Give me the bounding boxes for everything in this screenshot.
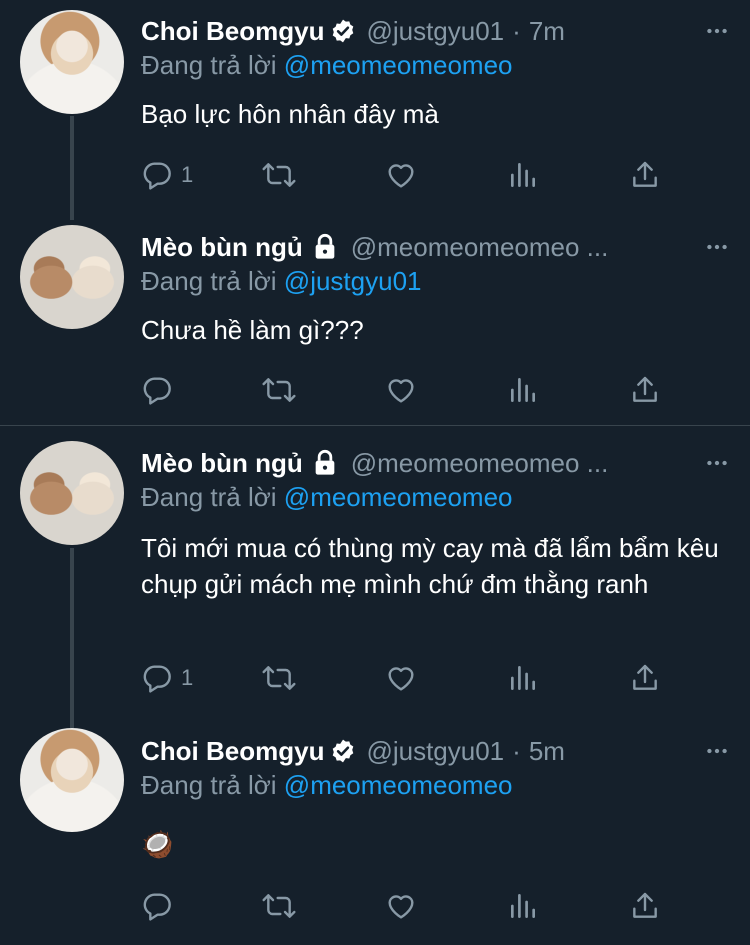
tweet-2[interactable]: Mèo bùn ngủ @meomeomeomeo ... Đang trả l… <box>0 220 750 425</box>
reply-prefix: Đang trả lời <box>141 770 277 800</box>
action-bar <box>141 886 671 926</box>
analytics-icon <box>507 374 539 406</box>
reply-icon <box>141 159 173 191</box>
reply-button[interactable]: 1 <box>141 658 193 698</box>
retweet-button[interactable] <box>261 886 297 926</box>
thread-line <box>70 548 74 728</box>
lock-icon <box>311 233 339 261</box>
tweet-header: Choi Beomgyu @justgyu01 · 7m <box>141 12 730 50</box>
more-icon[interactable] <box>704 228 730 266</box>
reply-count: 1 <box>181 665 194 690</box>
share-icon <box>629 890 661 922</box>
timestamp[interactable]: 5m <box>529 736 565 767</box>
tweet-4[interactable]: Choi Beomgyu @justgyu01 · 5m Đang trả lờ… <box>0 726 750 945</box>
share-button[interactable] <box>629 370 661 410</box>
analytics-icon <box>507 662 539 694</box>
handle[interactable]: @meomeomeomeo ... <box>351 448 609 479</box>
avatar[interactable] <box>20 441 124 545</box>
timestamp[interactable]: 7m <box>529 16 565 47</box>
separator-dot: · <box>512 15 521 46</box>
analytics-button[interactable] <box>507 370 539 410</box>
like-button[interactable] <box>385 658 417 698</box>
tweet-divider <box>0 425 750 426</box>
like-button[interactable] <box>385 886 417 926</box>
reply-icon <box>141 374 173 406</box>
reply-count: 1 <box>181 162 194 187</box>
verified-badge-icon <box>330 18 356 44</box>
separator-dot: · <box>512 735 521 766</box>
avatar[interactable] <box>20 728 124 832</box>
like-icon <box>385 374 417 406</box>
avatar[interactable] <box>20 10 124 114</box>
analytics-button[interactable] <box>507 658 539 698</box>
analytics-button[interactable] <box>507 886 539 926</box>
handle[interactable]: @justgyu01 <box>366 16 504 47</box>
like-button[interactable] <box>385 370 417 410</box>
analytics-button[interactable] <box>507 155 539 195</box>
display-name[interactable]: Mèo bùn ngủ <box>141 232 303 263</box>
retweet-button[interactable] <box>261 370 297 410</box>
analytics-icon <box>507 890 539 922</box>
more-icon[interactable] <box>704 732 730 770</box>
more-icon[interactable] <box>704 444 730 482</box>
share-button[interactable] <box>629 886 661 926</box>
tweet-header: Choi Beomgyu @justgyu01 · 5m <box>141 732 730 770</box>
retweet-button[interactable] <box>261 658 297 698</box>
share-button[interactable] <box>629 658 661 698</box>
reply-mention-link[interactable]: @meomeomeomeo <box>284 50 513 80</box>
retweet-icon <box>261 159 297 191</box>
share-icon <box>629 159 661 191</box>
reply-button[interactable]: 1 <box>141 155 193 195</box>
reply-context: Đang trả lời @meomeomeomeo <box>141 482 513 513</box>
reply-context: Đang trả lời @meomeomeomeo <box>141 50 513 81</box>
thread-line <box>70 116 74 220</box>
display-name[interactable]: Choi Beomgyu <box>141 736 324 767</box>
reply-context: Đang trả lời @justgyu01 <box>141 266 422 297</box>
reply-mention-link[interactable]: @meomeomeomeo <box>284 482 513 512</box>
tweet-text: Tôi mới mua có thùng mỳ cay mà đã lẩm bẩ… <box>141 533 719 599</box>
reply-button[interactable] <box>141 886 181 926</box>
retweet-icon <box>261 890 297 922</box>
share-icon <box>629 374 661 406</box>
share-icon <box>629 662 661 694</box>
verified-badge-icon <box>330 738 356 764</box>
handle[interactable]: @meomeomeomeo ... <box>351 232 609 263</box>
like-icon <box>385 662 417 694</box>
avatar[interactable] <box>20 225 124 329</box>
reply-button[interactable] <box>141 370 181 410</box>
share-button[interactable] <box>629 155 661 195</box>
reply-prefix: Đang trả lời <box>141 266 277 296</box>
reply-icon <box>141 662 173 694</box>
reply-icon <box>141 890 173 922</box>
reply-mention-link[interactable]: @meomeomeomeo <box>284 770 513 800</box>
like-button[interactable] <box>385 155 417 195</box>
display-name[interactable]: Choi Beomgyu <box>141 16 324 47</box>
action-bar <box>141 370 671 410</box>
retweet-button[interactable] <box>261 155 297 195</box>
analytics-icon <box>507 159 539 191</box>
reply-context: Đang trả lời @meomeomeomeo <box>141 770 513 801</box>
action-bar: 1 <box>141 658 671 698</box>
retweet-icon <box>261 374 297 406</box>
reply-prefix: Đang trả lời <box>141 50 277 80</box>
tweet-3[interactable]: Mèo bùn ngủ @meomeomeomeo ... Đang trả l… <box>0 436 750 728</box>
retweet-icon <box>261 662 297 694</box>
more-icon[interactable] <box>704 12 730 50</box>
like-icon <box>385 890 417 922</box>
tweet-header: Mèo bùn ngủ @meomeomeomeo ... <box>141 228 730 266</box>
reply-prefix: Đang trả lời <box>141 482 277 512</box>
action-bar: 1 <box>141 155 671 195</box>
tweet-1[interactable]: Choi Beomgyu @justgyu01 · 7m Đang trả lờ… <box>0 0 750 220</box>
reply-mention-link[interactable]: @justgyu01 <box>284 266 422 296</box>
like-icon <box>385 159 417 191</box>
display-name[interactable]: Mèo bùn ngủ <box>141 448 303 479</box>
handle[interactable]: @justgyu01 <box>366 736 504 767</box>
tweet-header: Mèo bùn ngủ @meomeomeomeo ... <box>141 444 730 482</box>
tweet-text: Chưa hề làm gì??? <box>141 315 364 345</box>
tweet-text: 🥥 <box>141 829 174 859</box>
lock-icon <box>311 449 339 477</box>
tweet-text: Bạo lực hôn nhân đây mà <box>141 99 439 129</box>
